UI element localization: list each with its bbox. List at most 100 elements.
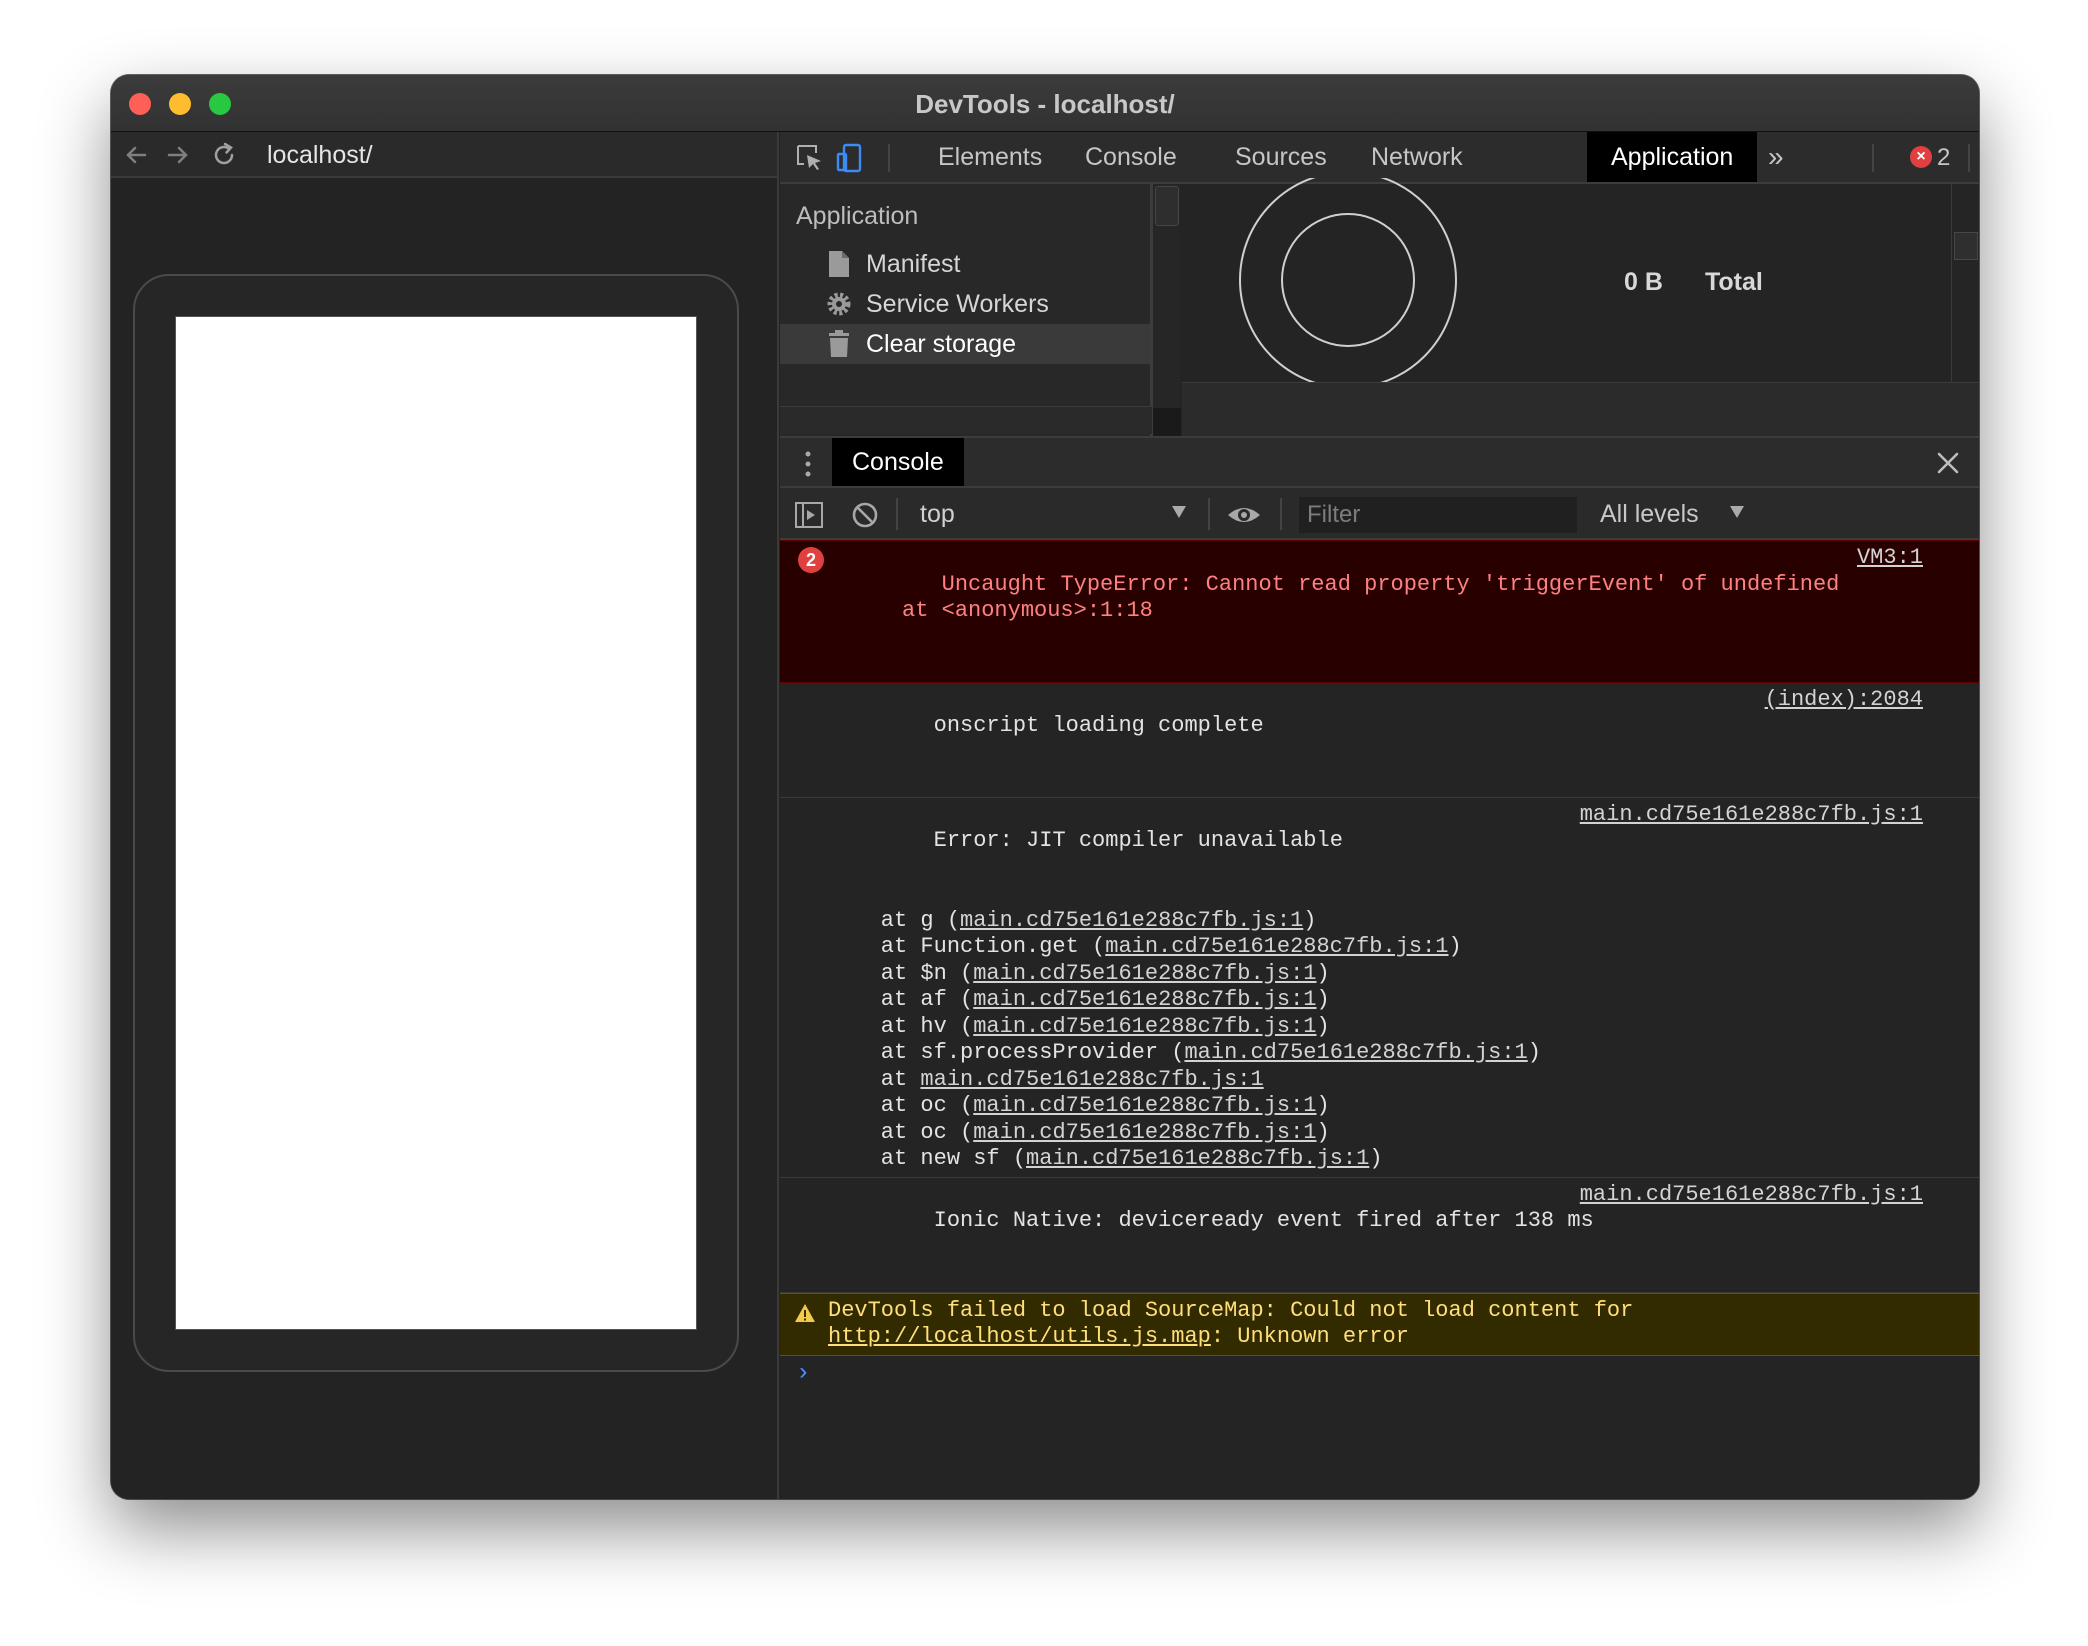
stack-frame-text: ) bbox=[1448, 934, 1462, 959]
stack-frame-text: ) bbox=[1316, 1119, 1330, 1145]
stack-frame-text: at af ( bbox=[828, 987, 974, 1012]
sidebar-toggle-icon[interactable] bbox=[794, 500, 824, 530]
sidebar-horizontal-scrollbar[interactable] bbox=[780, 406, 1152, 434]
application-sidebar: Application Manifest Service Workers Cle… bbox=[780, 184, 1152, 436]
drawer-tab-console[interactable]: Console bbox=[832, 438, 964, 486]
source-link[interactable]: main.cd75e161e288c7fb.js:1 bbox=[1580, 1182, 1923, 1209]
drawer-menu-icon[interactable] bbox=[804, 450, 812, 478]
repeat-count-badge: 2 bbox=[798, 547, 824, 573]
device-toolbar-icon[interactable] bbox=[834, 142, 866, 174]
console-toolbar: top All levels bbox=[780, 488, 1979, 540]
log-levels-dropdown[interactable]: All levels bbox=[1600, 500, 1699, 529]
stack-frame-link[interactable]: main.cd75e161e288c7fb.js:1 bbox=[973, 1093, 1316, 1118]
arrow-left-icon[interactable] bbox=[121, 140, 151, 170]
warning-icon bbox=[795, 1303, 815, 1322]
message-text: DevTools failed to load SourceMap: Could… bbox=[828, 1297, 1634, 1323]
message-text: Error: JIT compiler unavailable bbox=[933, 828, 1343, 853]
sidebar-item-label: Clear storage bbox=[866, 330, 1017, 358]
toolbar-divider bbox=[1872, 144, 1874, 172]
stack-frame-link[interactable]: main.cd75e161e288c7fb.js:1 bbox=[920, 1067, 1263, 1092]
console-prompt[interactable]: › bbox=[780, 1356, 1979, 1390]
stack-frame-link[interactable]: main.cd75e161e288c7fb.js:1 bbox=[973, 1014, 1316, 1039]
storage-footer bbox=[1182, 382, 1979, 436]
context-selector[interactable]: top bbox=[920, 500, 955, 529]
stack-frame-text: at hv ( bbox=[828, 1013, 974, 1039]
clear-console-icon[interactable] bbox=[850, 500, 880, 530]
drawer-tab-bar: Console bbox=[780, 436, 1979, 488]
prompt-chevron-icon: › bbox=[796, 1359, 811, 1387]
stack-frame-link[interactable]: main.cd75e161e288c7fb.js:1 bbox=[1105, 934, 1448, 959]
storage-vertical-scrollbar[interactable] bbox=[1951, 184, 1979, 382]
filter-input[interactable] bbox=[1298, 496, 1578, 534]
stack-frame-text: ) bbox=[1369, 1146, 1383, 1171]
stack-frame-text: ) bbox=[1316, 960, 1330, 986]
browser-toolbar: localhost/ bbox=[111, 132, 777, 178]
arrow-right-icon[interactable] bbox=[163, 140, 193, 170]
devtools-panel: Elements Console Sources Network Applica… bbox=[780, 132, 1979, 1499]
console-log-message: Ionic Native: deviceready event fired af… bbox=[780, 1178, 1979, 1293]
toolbar-divider bbox=[1208, 498, 1210, 530]
toolbar-divider bbox=[1968, 144, 1970, 172]
storage-total-value: 0 B bbox=[1624, 268, 1663, 296]
stack-frame-text: at oc ( bbox=[828, 1093, 974, 1118]
chevron-down-icon[interactable] bbox=[1172, 506, 1186, 518]
scrollbar-thumb[interactable] bbox=[1155, 186, 1179, 226]
application-panel: Application Manifest Service Workers Cle… bbox=[780, 178, 1979, 436]
sidebar-item-clear-storage[interactable]: Clear storage bbox=[780, 324, 1150, 364]
title-bar: DevTools - localhost/ bbox=[111, 75, 1979, 132]
stack-frame-link[interactable]: main.cd75e161e288c7fb.js:1 bbox=[973, 1120, 1316, 1145]
storage-total-label: Total bbox=[1705, 268, 1763, 296]
tab-application[interactable]: Application bbox=[1587, 132, 1758, 182]
message-text: onscript loading complete bbox=[933, 713, 1264, 738]
stack-frame-link[interactable]: main.cd75e161e288c7fb.js:1 bbox=[973, 961, 1316, 986]
close-icon[interactable] bbox=[1935, 450, 1961, 476]
clear-storage-view: 0 B Total bbox=[1182, 178, 1979, 436]
devtools-tab-bar: Elements Console Sources Network Applica… bbox=[780, 132, 1979, 184]
stack-frame-link[interactable]: main.cd75e161e288c7fb.js:1 bbox=[1184, 1040, 1527, 1065]
eye-icon[interactable] bbox=[1226, 500, 1262, 530]
error-badge-icon[interactable]: × bbox=[1910, 146, 1932, 168]
gear-icon bbox=[827, 292, 851, 316]
browser-preview-pane: localhost/ bbox=[111, 132, 779, 1499]
stack-frame-text: ) bbox=[1527, 1040, 1541, 1065]
sidebar-item-service-workers[interactable]: Service Workers bbox=[780, 284, 1150, 324]
error-count[interactable]: 2 bbox=[1937, 144, 1950, 172]
stack-frame-link[interactable]: main.cd75e161e288c7fb.js:1 bbox=[1026, 1146, 1369, 1171]
stack-frame-text: at $n ( bbox=[828, 960, 974, 986]
tab-elements[interactable]: Elements bbox=[938, 132, 1042, 182]
source-link[interactable]: main.cd75e161e288c7fb.js:1 bbox=[1580, 802, 1923, 829]
source-map-link[interactable]: http://localhost/utils.js.map bbox=[828, 1324, 1211, 1349]
reload-icon[interactable] bbox=[209, 140, 239, 170]
device-frame bbox=[133, 274, 739, 1372]
more-tabs-button[interactable]: » bbox=[1768, 132, 1784, 182]
stack-frame-text: at Function.get ( bbox=[828, 934, 1106, 959]
stack-frame-text: at oc ( bbox=[828, 1119, 974, 1145]
inspect-element-icon[interactable] bbox=[794, 142, 826, 174]
source-link[interactable]: (index):2084 bbox=[1765, 687, 1923, 714]
message-text: Uncaught TypeError: Cannot read property… bbox=[902, 571, 1840, 624]
stack-frame-link[interactable]: main.cd75e161e288c7fb.js:1 bbox=[960, 908, 1303, 933]
stack-frame-link[interactable]: main.cd75e161e288c7fb.js:1 bbox=[973, 987, 1316, 1012]
sidebar-item-manifest[interactable]: Manifest bbox=[780, 244, 1150, 284]
device-screen[interactable] bbox=[175, 316, 697, 1330]
toolbar-divider bbox=[888, 144, 890, 172]
scrollbar-thumb[interactable] bbox=[1954, 232, 1978, 260]
chevron-down-icon[interactable] bbox=[1730, 506, 1744, 518]
stack-frame-text: at g ( bbox=[828, 907, 961, 933]
message-text: : Unknown error bbox=[1210, 1324, 1409, 1349]
stack-frame-text: ) bbox=[1316, 1093, 1330, 1118]
tab-sources[interactable]: Sources bbox=[1235, 132, 1327, 182]
scrollbar-corner bbox=[1153, 408, 1181, 436]
stack-frame-text: ) bbox=[1303, 907, 1317, 933]
sidebar-item-label: Service Workers bbox=[866, 290, 1049, 318]
sidebar-item-label: Manifest bbox=[866, 250, 961, 278]
console-log-message: onscript loading complete (index):2084 bbox=[780, 683, 1979, 798]
url-text[interactable]: localhost/ bbox=[267, 141, 373, 170]
sidebar-vertical-scrollbar[interactable] bbox=[1152, 184, 1181, 436]
file-icon bbox=[829, 251, 849, 277]
source-link[interactable]: VM3:1 bbox=[1857, 545, 1923, 572]
tab-console[interactable]: Console bbox=[1085, 132, 1177, 182]
tab-network[interactable]: Network bbox=[1371, 132, 1463, 182]
message-text: Ionic Native: deviceready event fired af… bbox=[933, 1208, 1594, 1233]
devtools-window: DevTools - localhost/ localhost/ Element… bbox=[111, 75, 1979, 1499]
